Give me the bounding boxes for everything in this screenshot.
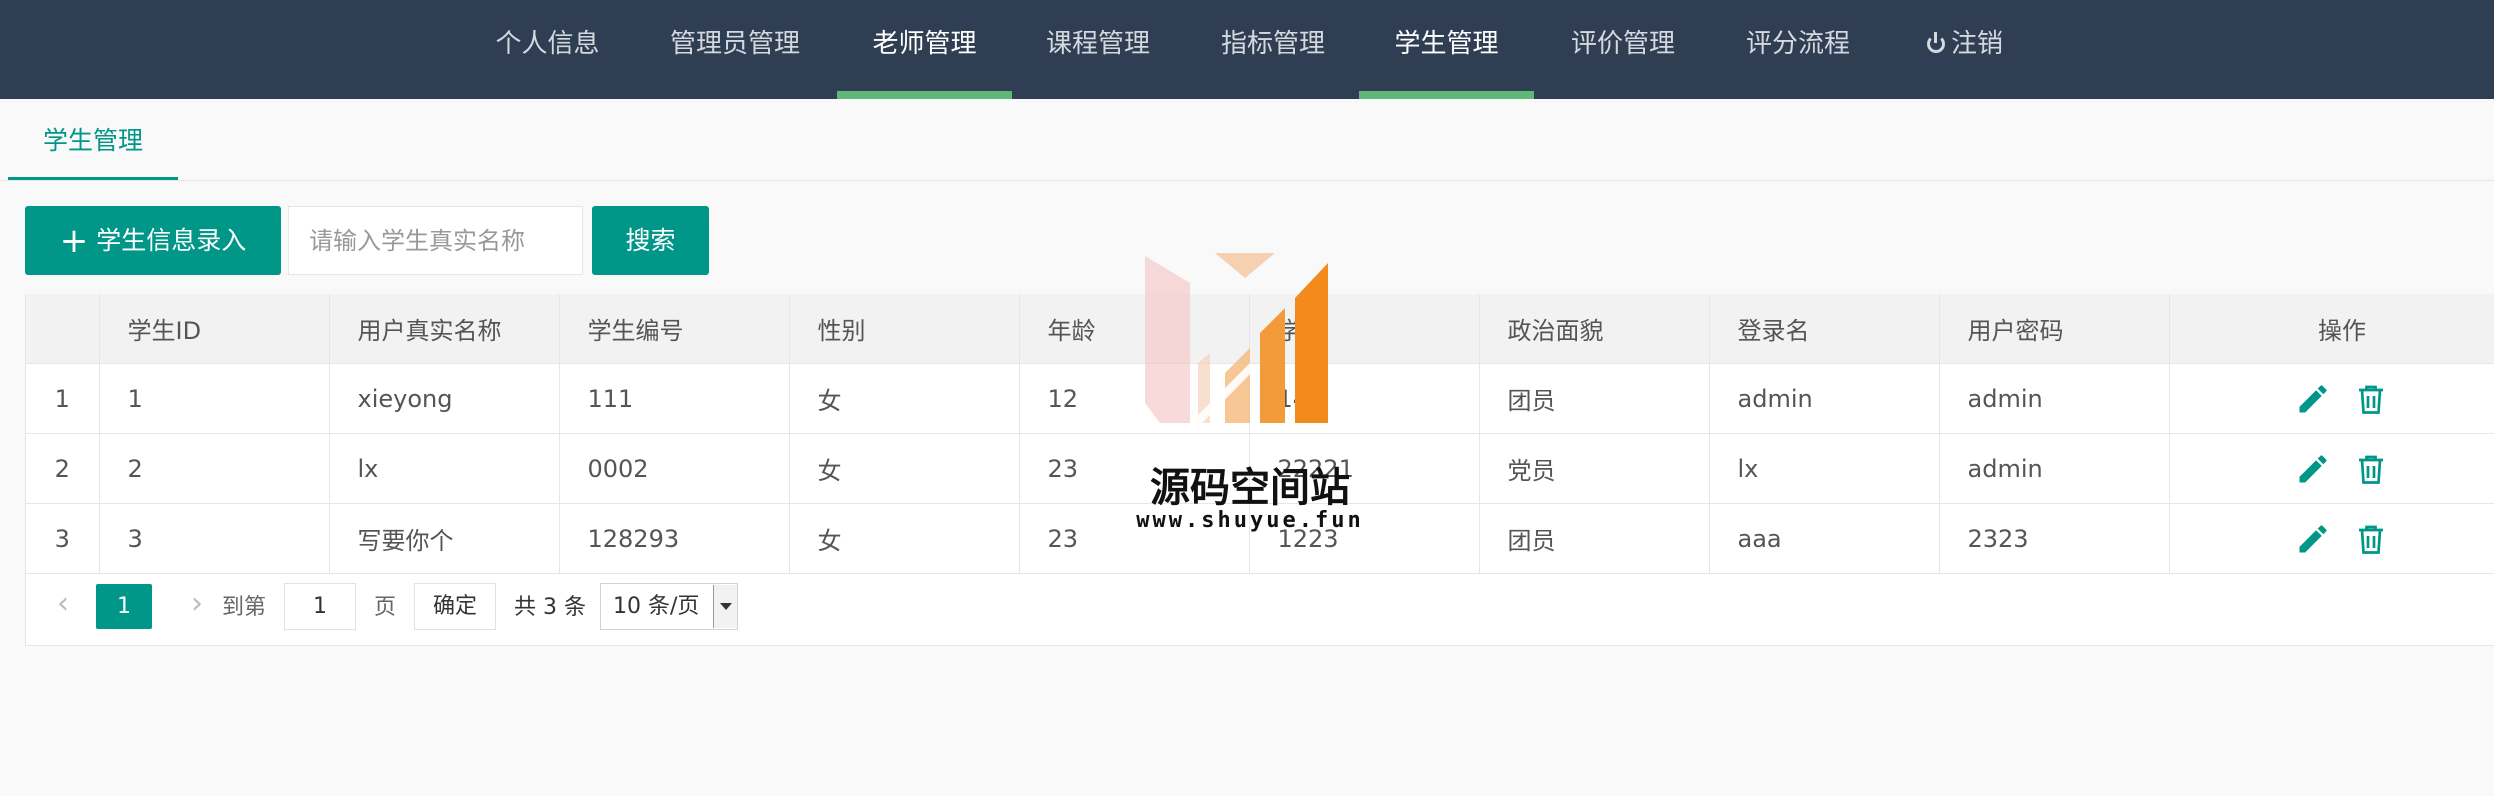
- cell-actions: [2169, 503, 2494, 574]
- cell-student-id: 3: [99, 503, 330, 574]
- nav-item-logout[interactable]: 注销: [1905, 0, 2025, 99]
- cell-index: 2: [26, 433, 100, 504]
- cell-age: 12: [1019, 363, 1250, 434]
- table-row: 1 1 xieyong 111 女 12 14 团员 admin admin: [26, 363, 2494, 434]
- goto-page-input[interactable]: [284, 583, 356, 630]
- delete-icon[interactable]: [2353, 451, 2389, 487]
- nav-item-scoring-flow[interactable]: 评分流程: [1728, 0, 1868, 99]
- goto-suffix: 页: [374, 595, 397, 620]
- nav-item-label: 管理员管理: [669, 29, 800, 59]
- table-header-row: 学生ID 用户真实名称 学生编号 性别 年龄 学号 政治面貌 登录名 用户密码 …: [26, 294, 2494, 364]
- delete-icon[interactable]: [2353, 521, 2389, 557]
- cell-index: 1: [26, 363, 100, 434]
- cell-gender: 女: [789, 503, 1020, 574]
- cell-politics: 党员: [1479, 433, 1710, 504]
- cell-actions: [2169, 433, 2494, 504]
- nav-item-indicator[interactable]: 指标管理: [1203, 0, 1343, 99]
- cell-password: admin: [1939, 433, 2170, 504]
- cell-student-id: 2: [99, 433, 330, 504]
- search-button[interactable]: 搜索: [592, 206, 709, 275]
- add-student-label: 学生信息录入: [96, 226, 247, 255]
- watermark-title: 源码空间站: [1150, 465, 1350, 511]
- cell-login-name: lx: [1709, 433, 1940, 504]
- nav-hover-indicator: [837, 91, 1012, 99]
- cell-real-name: xieyong: [329, 363, 560, 434]
- column-header-student-id: 学生ID: [99, 294, 330, 364]
- nav-item-label: 评价管理: [1570, 29, 1675, 59]
- cell-real-name: 写要你个: [329, 503, 560, 574]
- cell-student-id: 1: [99, 363, 330, 434]
- add-student-button[interactable]: + 学生信息录入: [25, 206, 281, 275]
- cell-student-code: 128293: [559, 503, 790, 574]
- tab-bar: 学生管理: [0, 99, 2494, 181]
- search-input[interactable]: [288, 206, 583, 275]
- goto-confirm-button[interactable]: 确定: [414, 583, 496, 630]
- delete-icon[interactable]: [2353, 381, 2389, 417]
- top-nav: 个人信息 管理员管理 老师管理 课程管理 指标管理 学生管理 评价管理 评分流程…: [0, 0, 2494, 99]
- column-header-student-code: 学生编号: [559, 294, 790, 364]
- cell-login-name: aaa: [1709, 503, 1940, 574]
- cell-student-code: 111: [559, 363, 790, 434]
- nav-active-indicator: [1359, 91, 1534, 99]
- column-header-politics: 政治面貌: [1479, 294, 1710, 364]
- edit-icon[interactable]: [2295, 381, 2331, 417]
- column-header-real-name: 用户真实名称: [329, 294, 560, 364]
- cell-student-code: 0002: [559, 433, 790, 504]
- tab-student-management[interactable]: 学生管理: [8, 99, 178, 180]
- cell-gender: 女: [789, 363, 1020, 434]
- nav-item-course[interactable]: 课程管理: [1028, 0, 1168, 99]
- nav-item-evaluation[interactable]: 评价管理: [1553, 0, 1693, 99]
- column-header-actions: 操作: [2169, 294, 2494, 364]
- column-header-age: 年龄: [1019, 294, 1250, 364]
- chevron-down-icon: [713, 585, 737, 628]
- cell-gender: 女: [789, 433, 1020, 504]
- page-size-value: 10 条/页: [613, 594, 700, 619]
- nav-item-profile[interactable]: 个人信息: [480, 0, 615, 99]
- cell-student-number: 14: [1249, 363, 1480, 434]
- page-number-current[interactable]: 1: [96, 584, 152, 629]
- pagination: ‹ 1 › 到第 页 确定 共 3 条 10 条/页: [26, 572, 2494, 639]
- edit-icon[interactable]: [2295, 521, 2331, 557]
- plus-icon: +: [59, 221, 89, 261]
- cell-actions: [2169, 363, 2494, 434]
- cell-password: 2323: [1939, 503, 2170, 574]
- total-count: 共 3 条: [514, 595, 586, 620]
- next-page-icon[interactable]: ›: [182, 584, 212, 624]
- nav-item-label: 注销: [1950, 29, 2003, 59]
- column-header-login-name: 登录名: [1709, 294, 1940, 364]
- nav-item-label: 课程管理: [1045, 29, 1150, 59]
- prev-page-icon[interactable]: ‹: [48, 584, 78, 624]
- column-header-index: [26, 294, 100, 364]
- power-icon: [1926, 32, 1945, 53]
- column-header-password: 用户密码: [1939, 294, 2170, 364]
- cell-login-name: admin: [1709, 363, 1940, 434]
- nav-item-label: 个人信息: [495, 29, 600, 59]
- watermark-url: www.shuyue.fun: [1136, 508, 1364, 533]
- cell-politics: 团员: [1479, 363, 1710, 434]
- page-size-select[interactable]: 10 条/页: [600, 583, 738, 630]
- edit-icon[interactable]: [2295, 451, 2331, 487]
- nav-item-student[interactable]: 学生管理: [1359, 0, 1534, 99]
- cell-index: 3: [26, 503, 100, 574]
- nav-item-label: 指标管理: [1220, 29, 1325, 59]
- nav-item-teacher[interactable]: 老师管理: [837, 0, 1012, 99]
- cell-real-name: lx: [329, 433, 560, 504]
- nav-item-admin[interactable]: 管理员管理: [650, 0, 820, 99]
- nav-item-label: 学生管理: [1394, 29, 1499, 59]
- goto-prefix: 到第: [222, 595, 267, 620]
- cell-politics: 团员: [1479, 503, 1710, 574]
- cell-password: admin: [1939, 363, 2170, 434]
- column-header-gender: 性别: [789, 294, 1020, 364]
- nav-item-label: 评分流程: [1745, 29, 1850, 59]
- tab-active-underline: [8, 177, 178, 180]
- column-header-student-number: 学号: [1249, 294, 1480, 364]
- nav-item-label: 老师管理: [872, 29, 977, 59]
